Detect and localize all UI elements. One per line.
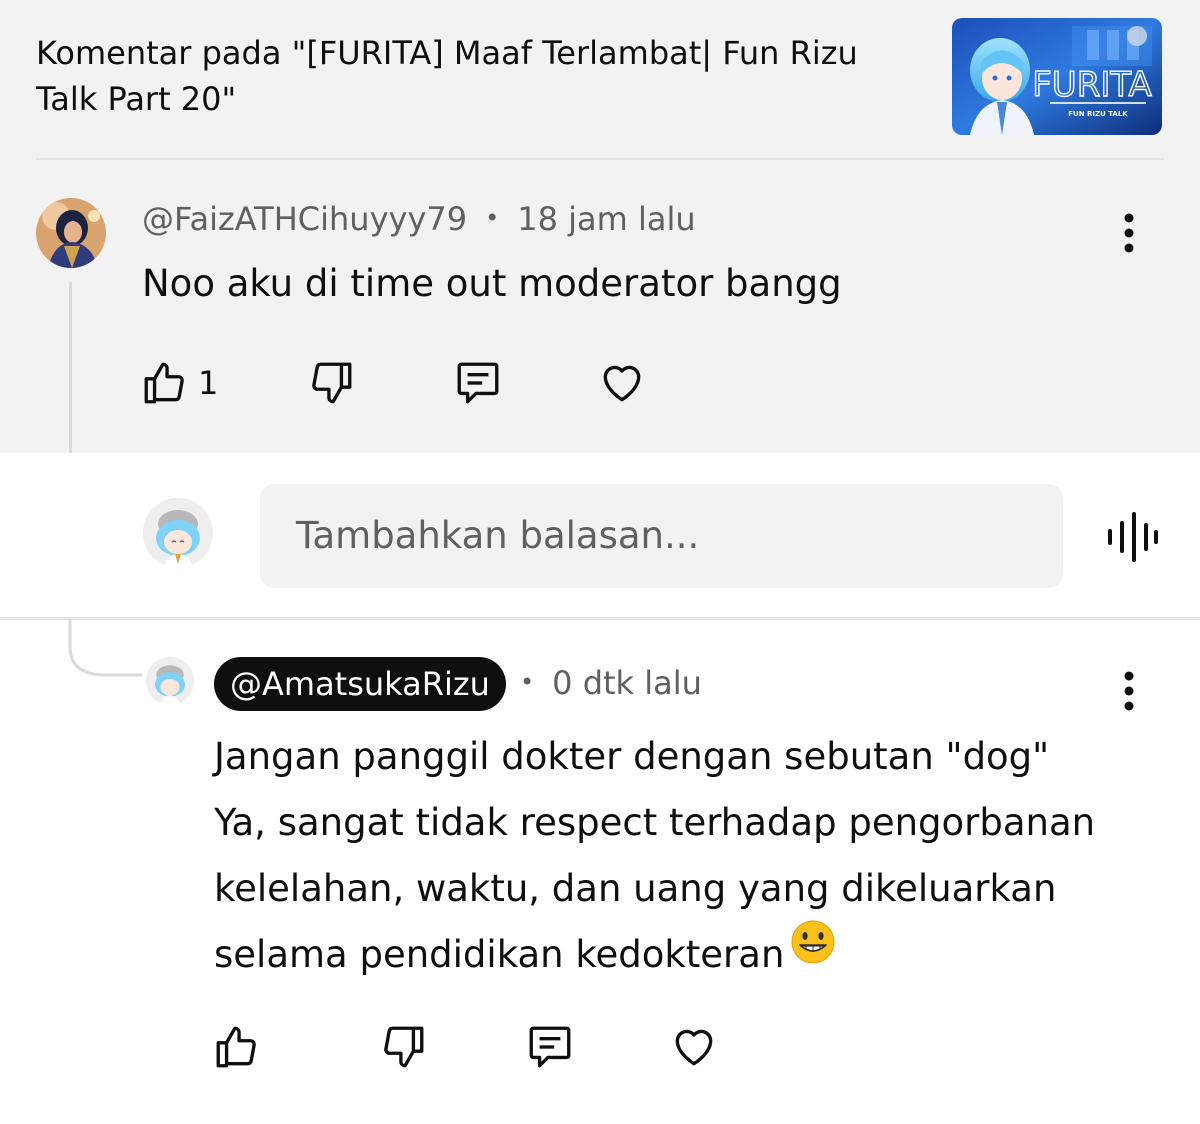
thumbs-up-icon — [144, 362, 184, 404]
reply-button[interactable] — [524, 1022, 576, 1072]
thumbs-down-icon — [384, 1026, 424, 1068]
dislike-button[interactable] — [378, 1022, 428, 1072]
heart-button[interactable] — [668, 1022, 720, 1072]
reply-icon — [457, 362, 499, 404]
reply-icon — [529, 1026, 571, 1068]
video-thumbnail[interactable]: FURITA FUN RIZU TALK — [952, 18, 1162, 135]
like-button[interactable] — [212, 1022, 262, 1072]
reply-button[interactable] — [452, 358, 504, 408]
current-user-avatar-image — [143, 498, 213, 568]
reply-text-line: Jangan panggil dokter dengan sebutan "do… — [214, 735, 1050, 778]
reply-text: Jangan panggil dokter dengan sebutan "do… — [214, 724, 1154, 990]
heart-icon — [675, 1029, 713, 1066]
reply-input[interactable]: Tambahkan balasan... — [260, 484, 1063, 588]
thread-connector — [66, 619, 146, 679]
avatar — [143, 498, 213, 568]
reply-author-avatar-image — [146, 657, 194, 705]
thumbs-down-icon — [312, 362, 352, 404]
more-vertical-icon[interactable] — [1114, 212, 1144, 256]
comment-text: Noo aku di time out moderator bangg — [142, 262, 842, 305]
heart-icon — [603, 365, 641, 402]
comment-meta: @FaizATHCihuyyy79 • 18 jam lalu — [142, 200, 696, 238]
meta-separator: • — [520, 668, 535, 696]
comment-time: 18 jam lalu — [517, 200, 696, 238]
thumbnail-image: FURITA FUN RIZU TALK — [952, 18, 1162, 135]
grinning-face-emoji — [790, 919, 836, 986]
reply-text-line: Ya, sangat tidak respect terhadap pengor… — [214, 801, 1096, 844]
thread-line — [69, 282, 72, 453]
thumbs-up-icon — [216, 1026, 256, 1068]
reply-text-line: selama pendidikan kedokteran — [214, 933, 785, 976]
more-vertical-icon[interactable] — [1114, 670, 1144, 714]
reply-text-line: kelelahan, waktu, dan uang yang dikeluar… — [214, 867, 1057, 910]
like-count: 1 — [198, 364, 219, 402]
user-avatar-image — [36, 198, 106, 268]
voice-wave-icon[interactable] — [1104, 510, 1158, 564]
comment-time: 0 dtk lalu — [552, 664, 702, 702]
dislike-button[interactable] — [306, 358, 356, 408]
header-divider — [36, 158, 1164, 160]
avatar[interactable] — [36, 198, 106, 268]
video-title[interactable]: Komentar pada "[FURITA] Maaf Terlambat| … — [36, 30, 916, 122]
heart-button[interactable] — [596, 358, 648, 408]
section-divider — [0, 617, 1200, 620]
creator-handle-badge[interactable]: @AmatsukaRizu — [214, 657, 506, 711]
comment-meta: • 0 dtk lalu — [520, 664, 702, 702]
avatar[interactable] — [146, 657, 194, 705]
reply-placeholder: Tambahkan balasan... — [296, 514, 700, 557]
meta-separator: • — [485, 204, 500, 232]
comment-author[interactable]: @FaizATHCihuyyy79 — [142, 200, 467, 238]
thumbnail-logo-text: FURITA — [1032, 65, 1151, 105]
like-button[interactable]: 1 — [140, 358, 218, 408]
thumbnail-subtitle: FUN RIZU TALK — [1068, 110, 1128, 118]
